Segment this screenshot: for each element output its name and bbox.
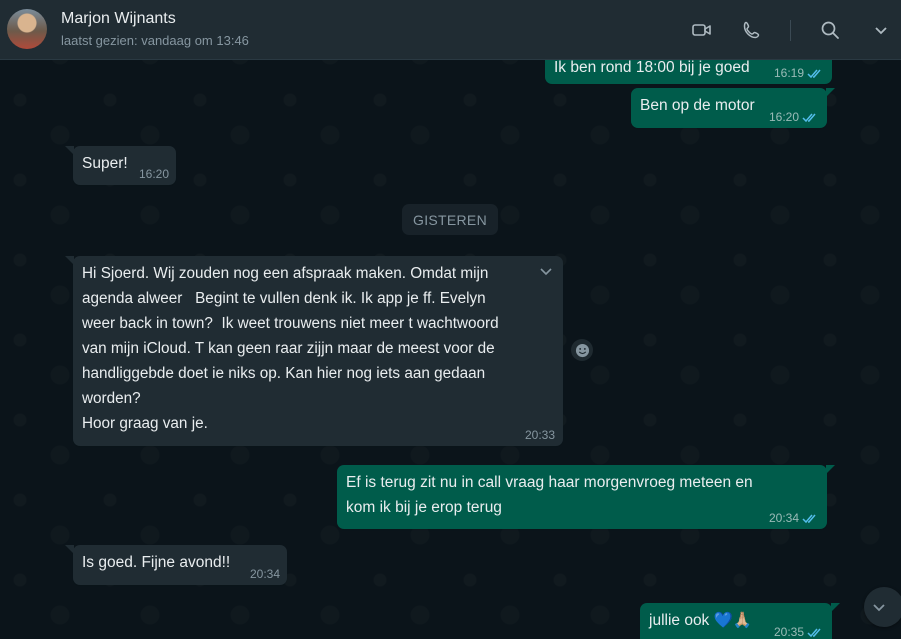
message-bubble-outgoing[interactable]: Ef is terug zit nu in call vraag haar mo… [337, 465, 835, 529]
message-meta: 20:33 [525, 428, 555, 442]
bubble-tail [65, 256, 74, 265]
read-receipt-icon [807, 628, 821, 637]
date-separator: GISTEREN [402, 204, 498, 235]
message-text: Is goed. Fijne avond!! [82, 554, 231, 571]
message-bubble-incoming[interactable]: Hi Sjoerd. Wij zouden nog een afspraak m… [65, 256, 563, 446]
read-receipt-icon [802, 113, 816, 122]
scroll-to-bottom-button[interactable] [864, 587, 901, 627]
bubble-tail [831, 603, 840, 612]
search-icon[interactable] [819, 19, 841, 41]
message-time: 20:34 [768, 511, 799, 525]
phone-icon[interactable] [741, 19, 763, 41]
message-time: 16:20 [138, 167, 169, 181]
avatar[interactable] [7, 9, 47, 49]
chevron-down-icon[interactable] [870, 19, 892, 41]
message-time: 20:33 [524, 428, 555, 442]
header-divider [790, 20, 791, 41]
chat-header[interactable]: Marjon Wijnants laatst gezien: vandaag o… [0, 0, 901, 60]
message-meta: 16:19 [774, 66, 824, 80]
video-call-icon[interactable] [691, 19, 713, 41]
message-text: Hi Sjoerd. Wij zouden nog een afspraak m… [82, 265, 499, 432]
message-time: 20:35 [773, 625, 804, 639]
last-seen-status: laatst gezien: vandaag om 13:46 [61, 33, 249, 48]
emoji-reaction-icon[interactable] [571, 339, 593, 361]
message-meta: 20:35 [774, 625, 824, 639]
message-bubble-outgoing[interactable]: Ben op de motor 16:20 [631, 88, 835, 128]
message-time: 16:20 [768, 110, 799, 124]
bubble-tail [826, 465, 835, 474]
message-meta: 16:20 [139, 167, 169, 181]
message-meta: 20:34 [769, 511, 819, 525]
message-time: 16:19 [773, 66, 804, 80]
message-time: 20:34 [249, 567, 280, 581]
bubble-tail [65, 545, 74, 554]
message-meta: 20:34 [250, 567, 280, 581]
chevron-down-icon[interactable] [537, 262, 555, 280]
read-receipt-icon [807, 69, 821, 78]
bubble-tail [826, 88, 835, 97]
bubble-tail [65, 146, 74, 155]
message-text: Ef is terug zit nu in call vraag haar mo… [346, 474, 753, 516]
message-bubble-incoming[interactable]: Is goed. Fijne avond!! 20:34 [65, 545, 287, 585]
message-meta: 16:20 [769, 110, 819, 124]
message-bubble-incoming[interactable]: Super! 16:20 [65, 146, 176, 185]
read-receipt-icon [802, 514, 816, 523]
chevron-down-icon [873, 604, 885, 612]
message-bubble-outgoing[interactable]: jullie ook 💙🙏🏼 20:35 [640, 603, 840, 639]
contact-name[interactable]: Marjon Wijnants [61, 10, 176, 28]
